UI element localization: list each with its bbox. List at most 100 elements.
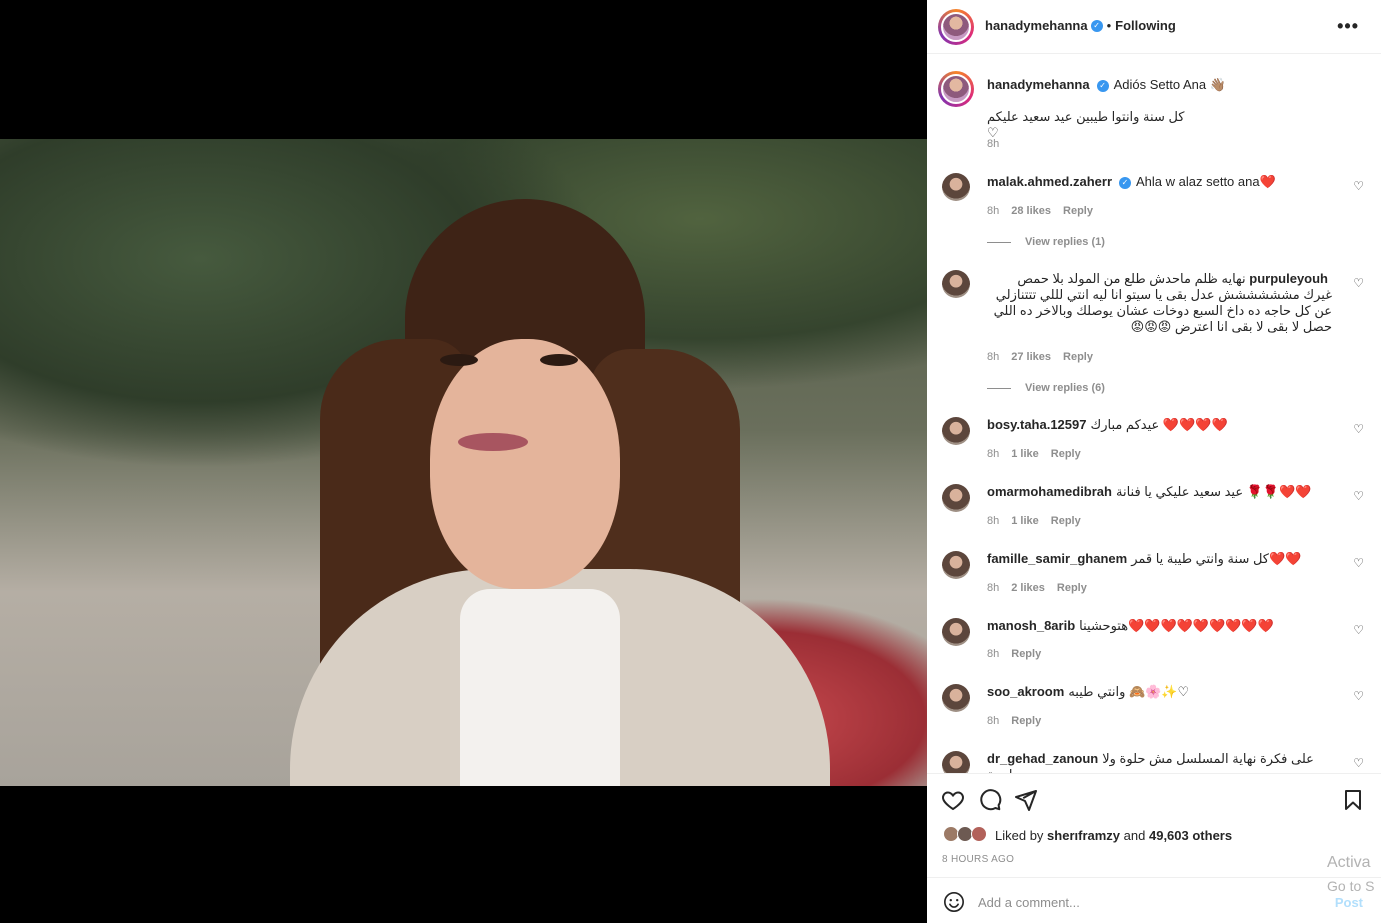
comment-time: 8h: [987, 515, 1000, 527]
bookmark-icon[interactable]: [1341, 788, 1365, 812]
caption: hanadymehanna ✓ Adiós Setto Ana 👋🏽: [987, 77, 1332, 93]
comment-like-icon[interactable]: ♡: [1353, 489, 1364, 503]
comment-like-icon[interactable]: ♡: [1353, 276, 1364, 290]
comments-list[interactable]: hanadymehanna ✓ Adiós Setto Ana 👋🏽 كل سنة …: [927, 55, 1381, 773]
view-replies-button[interactable]: View replies (1): [987, 236, 1105, 248]
comment-input[interactable]: Add a comment...: [978, 895, 1080, 910]
comment-text: عيدكم مبارك ❤️❤️❤️❤️: [1090, 417, 1228, 432]
comment-likes[interactable]: 1 like: [1011, 515, 1039, 527]
emoji-icon[interactable]: [943, 891, 965, 913]
comment-icon[interactable]: [978, 788, 1002, 812]
comment-likes[interactable]: 28 likes: [1011, 205, 1051, 217]
view-replies-label: View replies (6): [1025, 382, 1105, 394]
reply-button[interactable]: Reply: [1057, 582, 1087, 594]
comment-text: هتوحشينا❤️❤️❤️❤️❤️❤️❤️❤️❤️: [1079, 618, 1274, 633]
comment-avatar[interactable]: [942, 551, 970, 579]
comment-avatar[interactable]: [942, 173, 970, 201]
comment-time: 8h: [987, 448, 1000, 460]
comment-username[interactable]: purpuleyouh: [1249, 271, 1328, 286]
verified-icon: ✓: [1119, 176, 1132, 189]
comment-username[interactable]: famille_samir_ghanem: [987, 551, 1127, 566]
caption-avatar[interactable]: [938, 71, 974, 107]
post-media: [0, 0, 927, 923]
comment-username[interactable]: dr_gehad_zanoun: [987, 751, 1098, 766]
comment-avatar[interactable]: [942, 484, 970, 512]
caption-text: Adiós Setto Ana 👋🏽: [1113, 77, 1226, 92]
comment-time: 8h: [987, 582, 1000, 594]
comment-avatar[interactable]: [942, 684, 970, 712]
comment-username[interactable]: bosy.taha.12597: [987, 417, 1086, 432]
comment-time: 8h: [987, 351, 1000, 363]
comment-meta: 8h Reply: [987, 715, 1053, 727]
reply-button[interactable]: Reply: [1051, 448, 1081, 460]
comment-likes[interactable]: 27 likes: [1011, 351, 1051, 363]
author-username[interactable]: hanadymehanna: [985, 18, 1088, 33]
comment-meta: 8h 2 likes Reply: [987, 582, 1099, 594]
activation-watermark-line1: Activa: [1327, 854, 1371, 871]
comment-text: وانتي طيبه 🙈🌸✨♡: [1068, 684, 1190, 699]
comment-like-icon[interactable]: ♡: [1353, 756, 1364, 770]
caption-username[interactable]: hanadymehanna: [987, 77, 1090, 92]
share-icon[interactable]: [1014, 788, 1038, 812]
comment: bosy.taha.12597 عيدكم مبارك ❤️❤️❤️❤️: [987, 417, 1332, 433]
post-header: hanadymehanna ✓ • Following •••: [927, 0, 1381, 54]
liked-by-prefix: Liked by: [995, 828, 1044, 843]
verified-icon: ✓: [1090, 19, 1103, 32]
post-comment-button[interactable]: Post: [1335, 895, 1363, 910]
separator-dot: •: [1106, 18, 1112, 33]
comment: manosh_8arib هتوحشينا❤️❤️❤️❤️❤️❤️❤️❤️❤️: [987, 618, 1332, 634]
reply-button[interactable]: Reply: [1011, 648, 1041, 660]
comment-like-icon[interactable]: ♡: [1353, 556, 1364, 570]
comment-text: Ahla w alaz setto ana❤️: [1136, 174, 1276, 189]
comment: omarmohamedibrah عيد سعيد عليكي يا فنانة …: [987, 484, 1332, 500]
comment-like-icon[interactable]: ♡: [1353, 422, 1364, 436]
reply-button[interactable]: Reply: [1063, 205, 1093, 217]
verified-icon: ✓: [1096, 79, 1109, 92]
comment-like-icon[interactable]: ♡: [1353, 623, 1364, 637]
heart-icon[interactable]: [941, 788, 965, 812]
comment-meta: 8h Reply: [987, 648, 1053, 660]
comment-time: 8h: [987, 205, 1000, 217]
likes-count[interactable]: 49,603 others: [1149, 828, 1232, 843]
comment-username[interactable]: soo_akroom: [987, 684, 1064, 699]
comment: famille_samir_ghanem كل سنة وانتي طيبة يا…: [987, 551, 1332, 567]
comment-meta: 8h 1 like Reply: [987, 448, 1093, 460]
comment-like-icon[interactable]: ♡: [1353, 179, 1364, 193]
view-replies-label: View replies (1): [1025, 236, 1105, 248]
comment-time: 8h: [987, 715, 1000, 727]
comment-likes[interactable]: 2 likes: [1011, 582, 1045, 594]
comment: malak.ahmed.zaherr ✓ Ahla w alaz setto ana…: [987, 174, 1332, 190]
comment-avatar[interactable]: [942, 618, 970, 646]
comment-composer: Add a comment... Post: [927, 877, 1381, 923]
comment-time: 8h: [987, 648, 1000, 660]
post-timestamp[interactable]: 8 HOURS AGO: [942, 854, 1014, 865]
comment: soo_akroom وانتي طيبه 🙈🌸✨♡: [987, 684, 1332, 700]
view-replies-button[interactable]: View replies (6): [987, 382, 1105, 394]
comment-username[interactable]: malak.ahmed.zaherr: [987, 174, 1112, 189]
comment-meta: 8h 28 likes Reply: [987, 205, 1105, 217]
more-icon[interactable]: •••: [1337, 16, 1359, 37]
comment-meta: 8h 1 like Reply: [987, 515, 1093, 527]
comment-text: كل سنة وانتي طيبة يا قمر❤️❤️: [1131, 551, 1302, 566]
liker-avatar[interactable]: [971, 826, 987, 842]
author-avatar[interactable]: [938, 9, 974, 45]
reply-button[interactable]: Reply: [1051, 515, 1081, 527]
following-button[interactable]: Following: [1115, 18, 1176, 33]
comment-username[interactable]: omarmohamedibrah: [987, 484, 1112, 499]
reply-button[interactable]: Reply: [1011, 715, 1041, 727]
liked-by-summary: Liked by sherıframzy and 49,603 others: [995, 828, 1232, 843]
comment: dr_gehad_zanoun على فكرة نهاية المسلسل مش…: [987, 751, 1332, 773]
comment-username[interactable]: manosh_8arib: [987, 618, 1075, 633]
liked-by-user[interactable]: sherıframzy: [1047, 828, 1120, 843]
comment-avatar[interactable]: [942, 751, 970, 773]
comment-like-icon[interactable]: ♡: [1353, 689, 1364, 703]
comment-likes[interactable]: 1 like: [1011, 448, 1039, 460]
reply-button[interactable]: Reply: [1063, 351, 1093, 363]
instagram-post-modal: hanadymehanna ✓ • Following ••• hanadyme…: [0, 0, 1381, 923]
comment-meta: 8h 27 likes Reply: [987, 351, 1105, 363]
comment-avatar[interactable]: [942, 270, 970, 298]
comment-avatar[interactable]: [942, 417, 970, 445]
post-photo[interactable]: [0, 139, 927, 786]
comment-text: عيد سعيد عليكي يا فنانة 🌹🌹❤️❤️: [1115, 484, 1312, 499]
liked-by-and: and: [1123, 828, 1146, 843]
